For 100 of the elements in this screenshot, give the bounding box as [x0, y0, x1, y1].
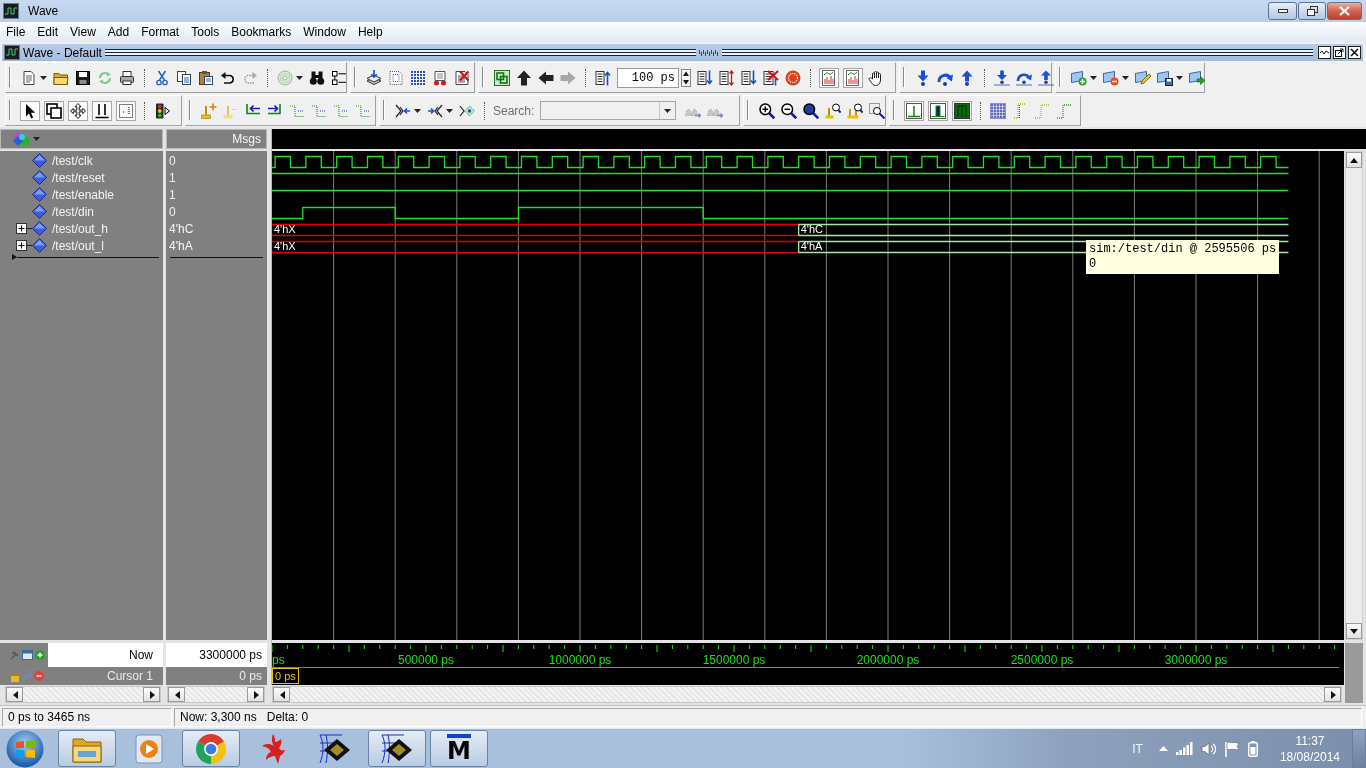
checklist-icon[interactable]: [331, 69, 347, 86]
menu-item[interactable]: Tools: [185, 25, 226, 39]
signal-name[interactable]: /test/din: [52, 204, 95, 219]
horizontal-scrollbar[interactable]: [272, 686, 1342, 703]
scroll-left-button[interactable]: [273, 687, 290, 702]
menu-item[interactable]: Window: [297, 25, 352, 39]
list-arrow-icon[interactable]: [741, 69, 757, 86]
clipboard-icon[interactable]: [198, 69, 214, 86]
document-icon[interactable]: [21, 69, 37, 86]
scroll-left-button[interactable]: [6, 687, 23, 702]
dotted-step-icon[interactable]: [311, 102, 327, 119]
markers-magnifier-icon[interactable]: [847, 102, 863, 119]
close-pane-button[interactable]: [1348, 46, 1361, 59]
linked-squares-icon[interactable]: [494, 69, 510, 86]
window-disk-icon[interactable]: [1157, 69, 1173, 86]
signal-name[interactable]: /test/clk: [52, 153, 93, 168]
menu-item[interactable]: File: [0, 25, 32, 39]
window-minus-icon[interactable]: [1103, 69, 1119, 86]
plus-box-icon[interactable]: [16, 223, 27, 234]
chip-icon[interactable]: [318, 732, 352, 765]
scroll-right-button[interactable]: [247, 687, 264, 702]
battery-icon[interactable]: [1247, 740, 1258, 757]
copy-icon[interactable]: [176, 69, 192, 86]
flag-icon[interactable]: [1223, 740, 1240, 757]
caret-down-icon[interactable]: [1176, 75, 1183, 80]
layers-arrow-icon[interactable]: [366, 69, 382, 86]
chip-icon[interactable]: [380, 732, 414, 765]
scroll-left-button[interactable]: [168, 687, 185, 702]
signal-name[interactable]: /test/enable: [52, 187, 115, 202]
time-step-field[interactable]: 100 ps: [617, 67, 679, 88]
title-grip-bar[interactable]: [104, 49, 696, 56]
document-cross-icon[interactable]: [454, 69, 470, 86]
search-field[interactable]: [540, 101, 677, 120]
caret-down-icon[interactable]: [1122, 75, 1129, 80]
list-cross-icon[interactable]: [763, 69, 779, 86]
close-button[interactable]: [1327, 2, 1362, 20]
down-arrow-icon[interactable]: [994, 69, 1010, 86]
play-button-icon[interactable]: [135, 733, 163, 764]
list-arrows-icon[interactable]: [719, 69, 735, 86]
horizontal-scrollbar[interactable]: [5, 686, 161, 703]
menu-item[interactable]: Edit: [31, 25, 65, 39]
binoculars-icon[interactable]: [309, 69, 325, 86]
menu-item[interactable]: Bookmarks: [225, 25, 298, 39]
window-icon[interactable]: [22, 650, 33, 660]
marker-magnifier-icon[interactable]: [825, 102, 841, 119]
grip-icon[interactable]: [698, 49, 719, 56]
dotted-step-icon[interactable]: [289, 102, 305, 119]
cursor-time-badge[interactable]: 0 ps: [272, 668, 299, 684]
plus-box-icon[interactable]: [16, 240, 27, 251]
document-wheels-icon[interactable]: [432, 69, 448, 86]
tricolor-ball-icon[interactable]: [196, 733, 226, 764]
signal-bars-icon[interactable]: [1175, 742, 1193, 755]
step-edge-icon[interactable]: [1012, 102, 1028, 119]
show-desktop-button[interactable]: [1352, 728, 1366, 768]
hatched-square-icon[interactable]: [990, 102, 1006, 119]
signal-name[interactable]: /test/out_h: [52, 221, 109, 236]
caret-down-icon[interactable]: [296, 75, 303, 80]
undo-icon[interactable]: [220, 69, 236, 86]
spin-arrows-icon[interactable]: [681, 68, 691, 87]
window-arrow-icon[interactable]: [1189, 69, 1205, 86]
stacked-shapes-icon[interactable]: [12, 131, 30, 147]
up-arrow-icon[interactable]: [516, 69, 532, 86]
marker-plus-icon[interactable]: [201, 102, 217, 119]
down-arrow-icon[interactable]: [915, 69, 931, 86]
horizontal-scrollbar[interactable]: [167, 686, 265, 703]
signal-name[interactable]: /test/reset: [52, 170, 105, 185]
magnifier-icon[interactable]: [803, 102, 819, 119]
list-arrow-icon[interactable]: [697, 69, 713, 86]
orb-icon[interactable]: [6, 729, 44, 768]
scroll-right-button[interactable]: [1324, 687, 1341, 702]
taskbar-button[interactable]: [368, 730, 426, 767]
dotted-step-icon[interactable]: [355, 102, 371, 119]
minimize-button[interactable]: [1268, 2, 1297, 20]
caret-down-icon[interactable]: [446, 108, 453, 113]
split-arrows-icon[interactable]: [427, 102, 443, 119]
caret-down-icon[interactable]: [1090, 75, 1097, 80]
hand-icon[interactable]: [868, 69, 884, 86]
dotted-document-icon[interactable]: [388, 69, 404, 86]
scroll-up-button[interactable]: [1346, 152, 1362, 168]
merge-arrows-icon[interactable]: [395, 102, 411, 119]
scroll-down-button[interactable]: [1346, 623, 1362, 639]
dotted-magnifier-icon[interactable]: [869, 102, 885, 119]
scroll-right-button[interactable]: [143, 687, 160, 702]
caret-down-icon[interactable]: [414, 108, 421, 113]
caret-up-icon[interactable]: [1158, 746, 1168, 751]
stop-circle-icon[interactable]: [785, 69, 801, 86]
plus-circle-icon[interactable]: [35, 650, 45, 660]
minus-circle-icon[interactable]: [34, 671, 44, 681]
diamond-arrow-icon[interactable]: [459, 102, 475, 119]
scissors-icon[interactable]: [154, 69, 170, 86]
menu-item[interactable]: Add: [101, 25, 136, 39]
vertical-scrollbar[interactable]: [1345, 151, 1363, 640]
menu-item[interactable]: Help: [351, 25, 389, 39]
dock-button[interactable]: [1318, 46, 1331, 59]
signal-name[interactable]: /test/out_l: [52, 238, 105, 253]
window-pencil-icon[interactable]: [1135, 69, 1151, 86]
zoom-out-icon[interactable]: [781, 102, 797, 119]
left-arrow-icon[interactable]: [538, 69, 554, 86]
restore-button[interactable]: [1298, 2, 1326, 20]
caret-down-icon[interactable]: [40, 75, 47, 80]
